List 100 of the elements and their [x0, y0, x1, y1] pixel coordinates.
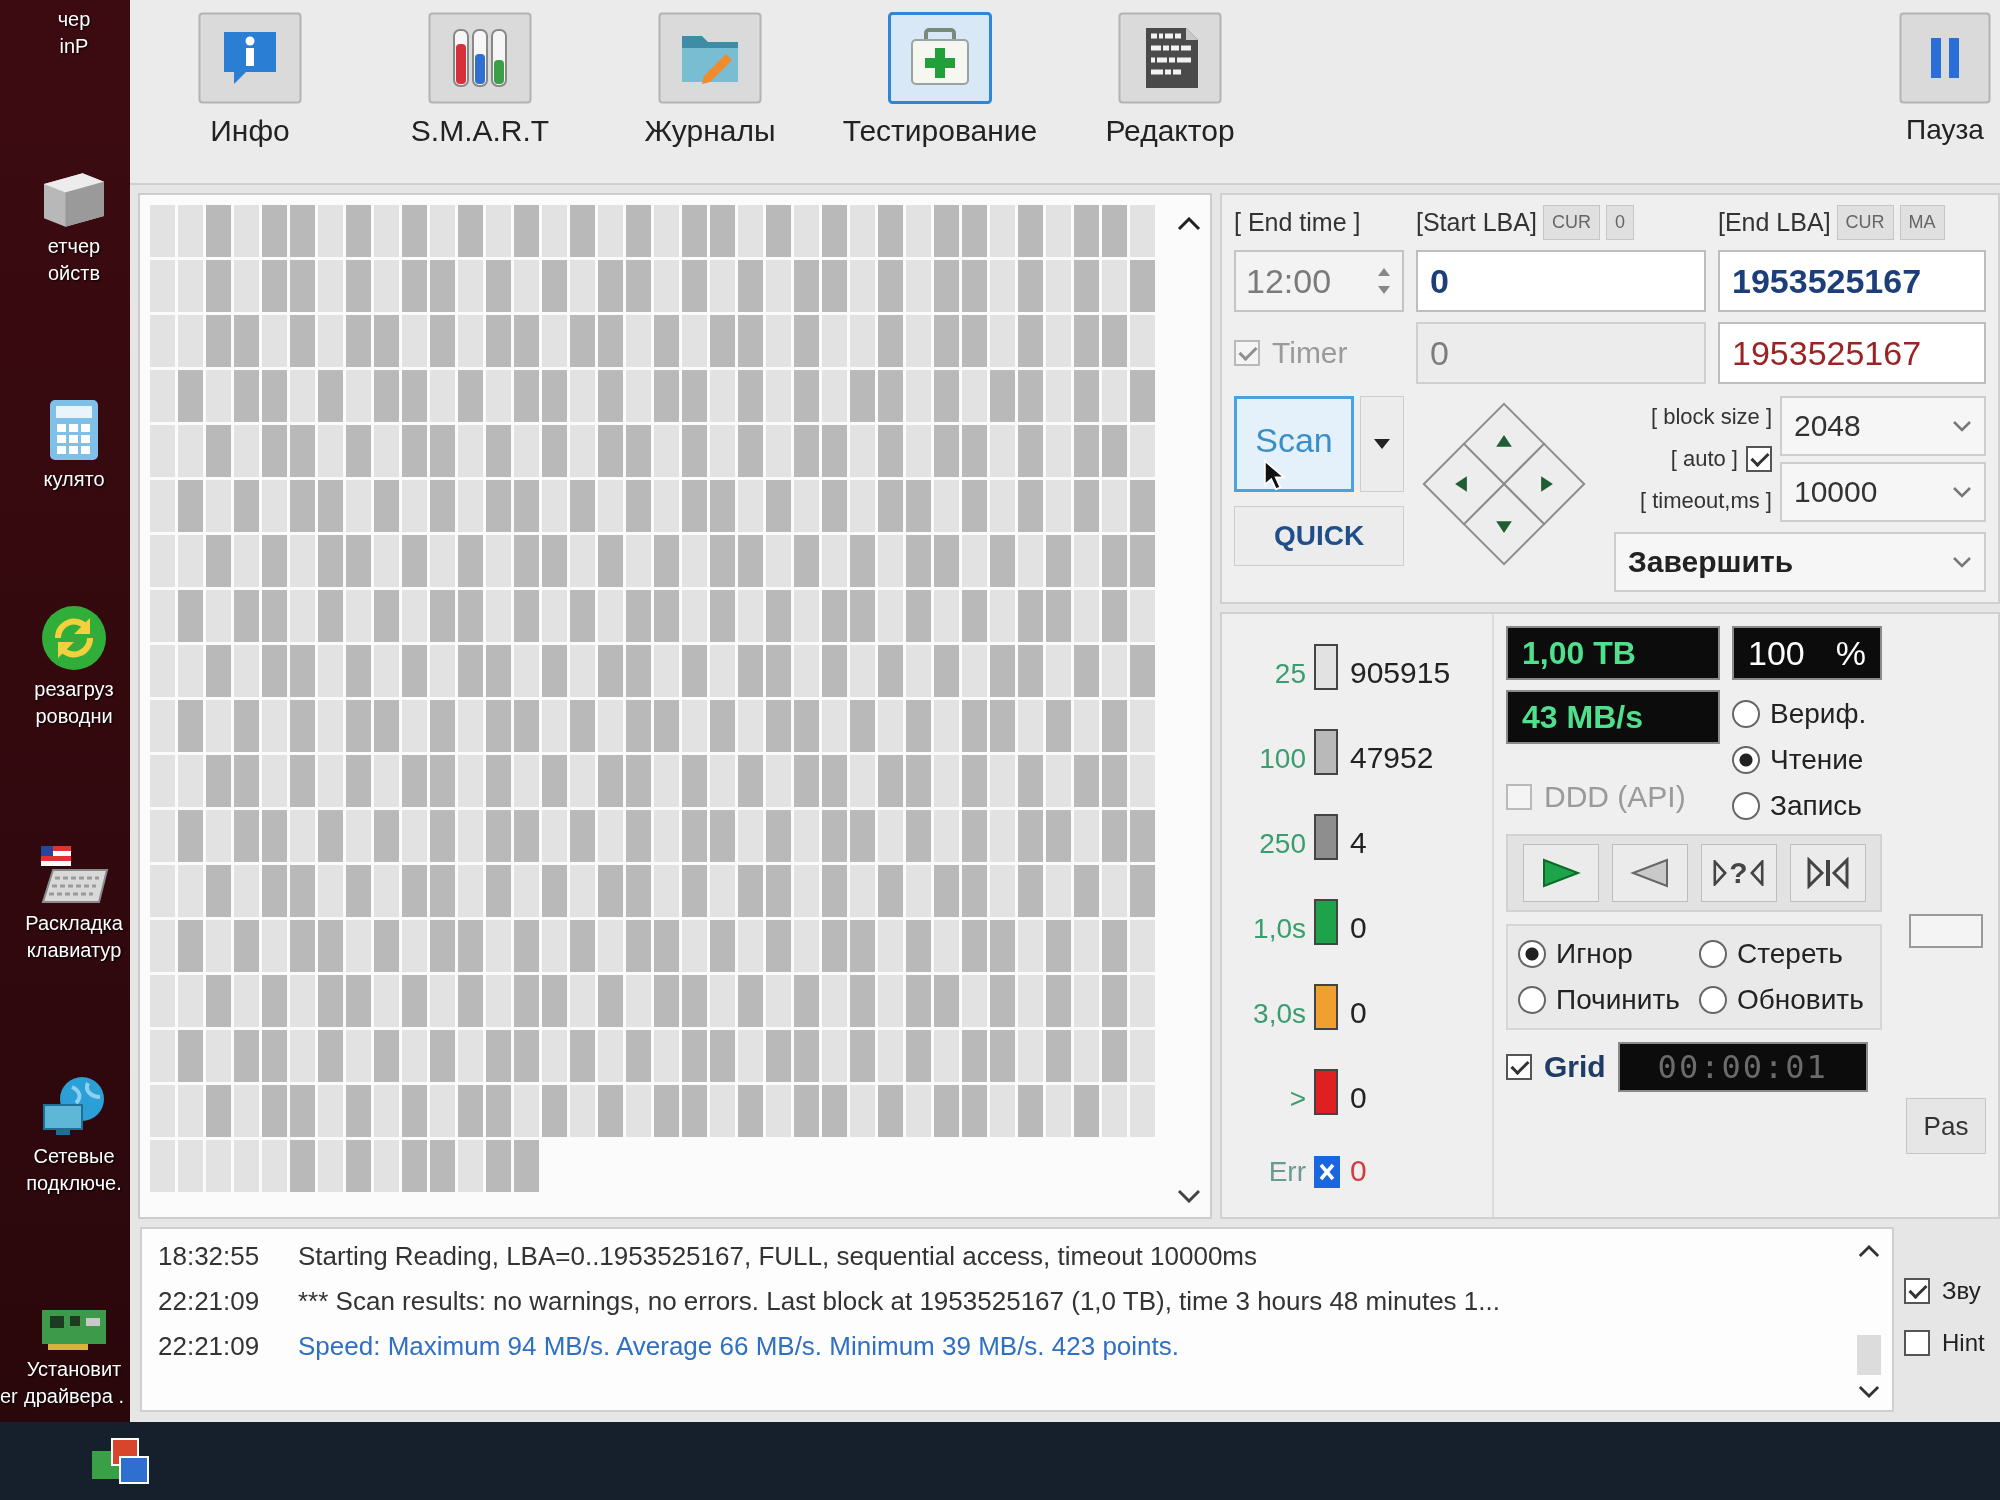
checkbox-label: Hint — [1942, 1329, 1985, 1357]
percent-unit: % — [1835, 633, 1866, 673]
radio-button[interactable] — [1732, 746, 1760, 774]
elapsed-time-display: 00:00:01 — [1617, 1042, 1868, 1092]
toolbar-tab[interactable]: Тестирование — [830, 8, 1050, 152]
triangle-up-icon — [1496, 435, 1512, 447]
scroll-up-icon[interactable] — [1858, 1245, 1880, 1258]
caret-down-icon — [1374, 439, 1390, 449]
log-message: Starting Reading, LBA=0..1953525167, FULL, sequential access, timeout 10000ms — [298, 1241, 1257, 1272]
radio-button[interactable] — [1732, 792, 1760, 820]
radio-label: Вериф. — [1770, 698, 1867, 730]
keyboard-icon[interactable] — [39, 843, 109, 904]
block-size-dropdown[interactable]: 2048 — [1780, 396, 1986, 456]
checkbox-label: DDD (API) — [1544, 779, 1686, 814]
triangle-left-icon — [1455, 476, 1467, 492]
radio-button[interactable] — [1518, 986, 1546, 1014]
triangle-left-icon — [1749, 860, 1764, 886]
log-time: 18:32:55 — [158, 1241, 261, 1272]
radio-label: Запись — [1770, 790, 1862, 822]
checkbox[interactable] — [1904, 1278, 1930, 1304]
left-arrow-button[interactable] — [1422, 442, 1506, 526]
log-time: 22:21:09 — [158, 1331, 261, 1362]
legend-count: 905915 — [1350, 655, 1452, 690]
legend-count: 0 — [1350, 995, 1368, 1030]
network-icon[interactable] — [42, 1076, 106, 1137]
side-button[interactable]: Pas — [1906, 1098, 1986, 1154]
legend-label: Err — [1267, 1155, 1306, 1188]
desktop-icon-label[interactable]: Раскладка клавиатур — [25, 909, 123, 964]
toolbar-tab[interactable]: S.M.A.R.T — [370, 8, 590, 152]
lba-shortcut-button[interactable]: 0 — [1605, 205, 1634, 240]
toolbar-tab[interactable]: Журналы — [600, 8, 820, 152]
desktop-icon-label[interactable]: етчер ойств — [47, 233, 101, 288]
down-arrow-button[interactable] — [1462, 482, 1546, 566]
refresh-icon[interactable] — [42, 606, 106, 671]
play-button[interactable] — [1522, 844, 1599, 902]
radio-button[interactable] — [1699, 986, 1727, 1014]
triangle-right-icon — [1713, 860, 1728, 886]
radio-label: Обновить — [1737, 984, 1864, 1016]
start-lba-label: [Start LBA] — [1416, 208, 1537, 237]
legend-label: 3,0s — [1252, 997, 1306, 1030]
desktop-icon-label[interactable]: чер inP — [57, 6, 91, 60]
finish-action-dropdown[interactable]: Завершить — [1614, 532, 1986, 592]
radio-button[interactable] — [1732, 700, 1760, 728]
legend-label: 250 — [1258, 827, 1306, 860]
desktop-icon-label[interactable]: er — [0, 1382, 18, 1410]
radio-button[interactable] — [1518, 940, 1546, 968]
document-icon — [1118, 12, 1222, 104]
checkbox-label: Timer — [1272, 336, 1348, 370]
lba-field[interactable]: 1953525167 — [1718, 250, 1986, 312]
lba-shortcut-button[interactable]: MA — [1899, 205, 1945, 240]
desktop-icon-label[interactable]: Установит драйвера . — [24, 1355, 124, 1410]
legend-label: 25 — [1273, 657, 1306, 690]
scroll-down-icon[interactable] — [1177, 1189, 1201, 1203]
chevron-down-icon — [1952, 486, 1972, 498]
lba-field[interactable]: 0 — [1416, 250, 1706, 312]
checkbox[interactable] — [1506, 1054, 1532, 1080]
capacity-display: 1,00 TB — [1506, 626, 1720, 680]
pause-icon — [1899, 12, 1991, 104]
chevron-down-icon — [1952, 420, 1972, 432]
legend-count: 4 — [1350, 825, 1368, 860]
converging-triangles-icon — [1805, 857, 1850, 889]
scroll-thumb[interactable] — [1857, 1335, 1881, 1375]
desktop-icon-label[interactable]: Сетевые подключе. — [26, 1142, 122, 1197]
scroll-down-icon[interactable] — [1858, 1385, 1880, 1398]
desktop-icon-label[interactable]: кулято — [43, 466, 105, 494]
log-message: Speed: Maximum 94 MB/s. Average 66 MB/s. Minimum 39 MB/s. 423 points. — [298, 1331, 1179, 1362]
scroll-up-icon[interactable] — [1177, 217, 1201, 231]
radio-label: Стереть — [1737, 938, 1843, 970]
lba-shortcut-button[interactable]: CUR — [1836, 205, 1894, 240]
timeout-dropdown[interactable]: 10000 — [1780, 462, 1986, 522]
timeout-label: [ timeout,ms ] — [1639, 488, 1772, 514]
right-arrow-button[interactable] — [1502, 442, 1586, 526]
log-message: *** Scan results: no warnings, no errors. Last block at 1953525167 (1,0 TB), time 3 hours 48 minutes 1... — [298, 1286, 1500, 1317]
pause-button[interactable]: Пауза — [1890, 8, 2000, 150]
reverse-button[interactable] — [1611, 844, 1688, 902]
radio-button[interactable] — [1699, 940, 1727, 968]
checkbox[interactable] — [1904, 1330, 1930, 1356]
calculator-icon[interactable] — [50, 400, 98, 461]
toolbar-tab[interactable]: Инфо — [140, 8, 360, 152]
toolbar-tab[interactable]: Редактор — [1060, 8, 1280, 152]
checkbox[interactable] — [1746, 446, 1772, 472]
lba-shortcut-button[interactable]: CUR — [1542, 205, 1600, 240]
overlapping-squares-icon[interactable] — [90, 1437, 150, 1485]
radio-label: Починить — [1556, 984, 1680, 1016]
legend-count: 0 — [1350, 1153, 1368, 1188]
cube-icon[interactable] — [44, 173, 104, 228]
log-time: 22:21:09 — [158, 1286, 261, 1317]
jump-button[interactable]: ? — [1700, 844, 1777, 902]
reverse-icon — [1629, 857, 1670, 889]
skip-button[interactable] — [1789, 844, 1866, 902]
triangle-right-icon — [1541, 476, 1553, 492]
empty-field[interactable] — [1909, 914, 1983, 948]
folder-pencil-icon — [658, 12, 762, 104]
end-lba-label: [End LBA] — [1718, 208, 1831, 237]
lba-field[interactable]: 1953525167 — [1718, 322, 1986, 384]
auto-label: [ auto ] — [1670, 446, 1738, 472]
radio-label: Игнор — [1556, 938, 1633, 970]
desktop-icon-label[interactable]: резагруз роводни — [34, 676, 114, 731]
circuit-board-icon[interactable] — [42, 1309, 106, 1350]
quick-button[interactable]: QUICK — [1234, 506, 1404, 566]
